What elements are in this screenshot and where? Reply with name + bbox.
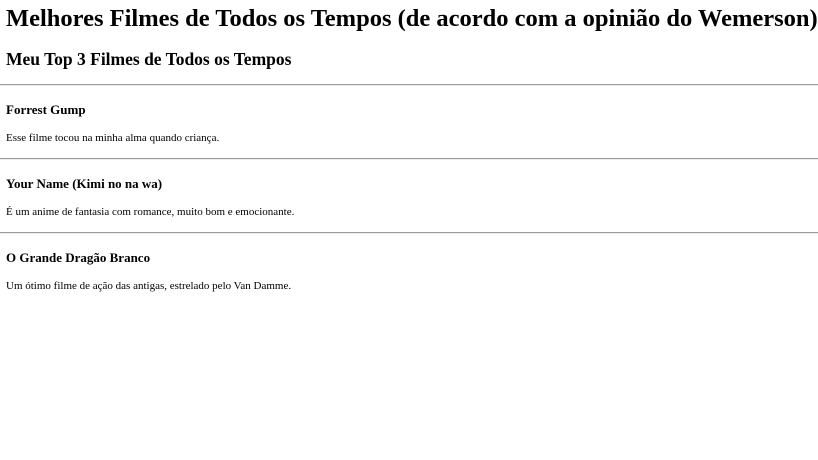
divider [0,84,818,86]
page-subtitle: Meu Top 3 Filmes de Todos os Tempos [6,49,292,69]
movie-description: É um anime de fantasia com romance, muit… [6,206,295,218]
page-title: Melhores Filmes de Todos os Tempos (de a… [6,5,818,32]
divider [0,158,818,160]
movie-title: Forrest Gump [6,102,86,117]
movie-description: Esse filme tocou na minha alma quando cr… [6,132,220,144]
divider [0,232,818,234]
movie-title: Your Name (Kimi no na wa) [6,176,163,191]
page: Melhores Filmes de Todos os Tempos (de a… [0,0,818,460]
movie-description: Um ótimo filme de ação das antigas, estr… [6,280,292,292]
movie-title: O Grande Dragão Branco [6,250,151,265]
